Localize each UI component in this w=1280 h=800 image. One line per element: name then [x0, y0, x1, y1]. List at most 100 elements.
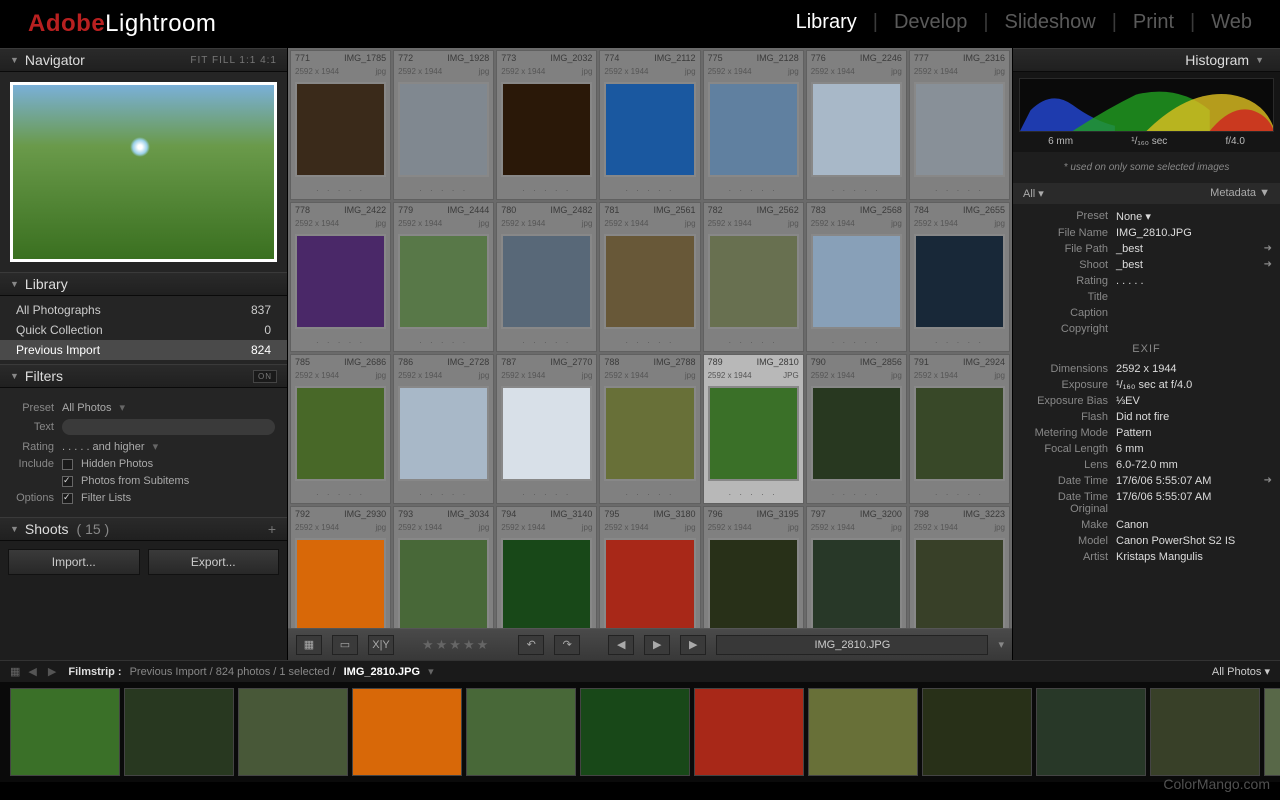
- grid-cell[interactable]: 786IMG_27282592 x 1944jpg· · · · ·: [393, 354, 494, 504]
- filmstrip-thumb[interactable]: [1150, 688, 1260, 776]
- histogram: 6 mm¹/₁₆₀ secf/4.0: [1013, 72, 1280, 152]
- filmstrip-thumb[interactable]: [694, 688, 804, 776]
- undo-icon[interactable]: ↶: [518, 635, 544, 655]
- grid-cell[interactable]: 779IMG_24442592 x 1944jpg· · · · ·: [393, 202, 494, 352]
- next-icon[interactable]: ▶: [680, 635, 706, 655]
- navigator-preview[interactable]: [0, 72, 287, 272]
- filmstrip-grid-icon[interactable]: ▦: [10, 665, 20, 678]
- grid-cell[interactable]: 783IMG_25682592 x 1944jpg· · · · ·: [806, 202, 907, 352]
- navigator-header[interactable]: ▼NavigatorFIT FILL 1:1 4:1: [0, 48, 287, 72]
- metadata-row: Shoot_best➜: [1021, 257, 1272, 273]
- grid-cell[interactable]: 778IMG_24222592 x 1944jpg· · · · ·: [290, 202, 391, 352]
- grid-toolbar: ▦ ▭ X|Y ★★★★★ ↶ ↷ ◀ ▶ ▶ IMG_2810.JPG ▾: [288, 628, 1012, 660]
- grid-cell[interactable]: 795IMG_31802592 x 1944jpg· · · · ·: [599, 506, 700, 628]
- rating-stars[interactable]: ★★★★★: [422, 637, 490, 653]
- grid-cell[interactable]: 782IMG_25622592 x 1944jpg· · · · ·: [703, 202, 804, 352]
- watermark: ColorMango.com: [1163, 776, 1270, 792]
- library-item[interactable]: All Photographs837: [0, 300, 287, 320]
- filters-header[interactable]: ▼FiltersON: [0, 364, 287, 388]
- grid-view-icon[interactable]: ▦: [296, 635, 322, 655]
- filmstrip-thumb[interactable]: [238, 688, 348, 776]
- grid-cell[interactable]: 790IMG_28562592 x 1944jpg· · · · ·: [806, 354, 907, 504]
- filmstrip-nav-arrows[interactable]: ◀ ▶: [28, 665, 60, 678]
- metadata-row: MakeCanon: [1021, 517, 1272, 533]
- filmstrip-thumb[interactable]: [1036, 688, 1146, 776]
- tab-print[interactable]: Print: [1133, 11, 1174, 38]
- grid-cell[interactable]: 788IMG_27882592 x 1944jpg· · · · ·: [599, 354, 700, 504]
- metadata-row: Rating. . . . .: [1021, 273, 1272, 289]
- grid-cell[interactable]: 772IMG_19282592 x 1944jpg· · · · ·: [393, 50, 494, 200]
- filter-text-input[interactable]: [62, 419, 275, 435]
- hidden-photos-checkbox[interactable]: [62, 459, 73, 470]
- library-header[interactable]: ▼Library: [0, 272, 287, 296]
- grid-cell[interactable]: 784IMG_26552592 x 1944jpg· · · · ·: [909, 202, 1010, 352]
- tab-web[interactable]: Web: [1211, 11, 1252, 38]
- metadata-row: File Path_best➜: [1021, 241, 1272, 257]
- redo-icon[interactable]: ↷: [554, 635, 580, 655]
- tab-develop[interactable]: Develop: [894, 11, 967, 38]
- metadata-row: Dimensions2592 x 1944: [1021, 361, 1272, 377]
- metadata-row: ModelCanon PowerShot S2 IS: [1021, 533, 1272, 549]
- grid-cell[interactable]: 791IMG_29242592 x 1944jpg· · · · ·: [909, 354, 1010, 504]
- grid-cell[interactable]: 797IMG_32002592 x 1944jpg· · · · ·: [806, 506, 907, 628]
- metadata-row: Title: [1021, 289, 1272, 305]
- metadata-row: Focal Length6 mm: [1021, 441, 1272, 457]
- grid-cell[interactable]: 776IMG_22462592 x 1944jpg· · · · ·: [806, 50, 907, 200]
- metadata-row: Metering ModePattern: [1021, 425, 1272, 441]
- metadata-row: FlashDid not fire: [1021, 409, 1272, 425]
- grid-cell[interactable]: 785IMG_26862592 x 1944jpg· · · · ·: [290, 354, 391, 504]
- metadata-row: Date Time Original17/6/06 5:55:07 AM: [1021, 489, 1272, 517]
- metadata-row: Caption: [1021, 305, 1272, 321]
- metadata-preset[interactable]: None ▾: [1116, 210, 1272, 223]
- library-item[interactable]: Previous Import824: [0, 340, 287, 360]
- loupe-view-icon[interactable]: ▭: [332, 635, 358, 655]
- filmstrip-thumb[interactable]: [352, 688, 462, 776]
- grid-cell[interactable]: 780IMG_24822592 x 1944jpg· · · · ·: [496, 202, 597, 352]
- grid-cell[interactable]: 794IMG_31402592 x 1944jpg· · · · ·: [496, 506, 597, 628]
- grid-cell[interactable]: 787IMG_27702592 x 1944jpg· · · · ·: [496, 354, 597, 504]
- metadata-row: ArtistKristaps Mangulis: [1021, 549, 1272, 565]
- metadata-row: Copyright: [1021, 321, 1272, 337]
- filmstrip-source[interactable]: All Photos ▾: [1212, 665, 1270, 678]
- filename-display[interactable]: IMG_2810.JPG: [716, 635, 988, 655]
- grid-cell[interactable]: 777IMG_23162592 x 1944jpg· · · · ·: [909, 50, 1010, 200]
- grid-cell[interactable]: 789IMG_28102592 x 1944JPG· · · · ·: [703, 354, 804, 504]
- metadata-filter[interactable]: All ▾: [1023, 187, 1044, 200]
- grid-cell[interactable]: 773IMG_20322592 x 1944jpg· · · · ·: [496, 50, 597, 200]
- histogram-header[interactable]: Histogram▼: [1013, 48, 1280, 72]
- export-button[interactable]: Export...: [148, 549, 280, 575]
- compare-view-button[interactable]: X|Y: [368, 635, 394, 655]
- tab-slideshow[interactable]: Slideshow: [1005, 11, 1096, 38]
- grid-cell[interactable]: 775IMG_21282592 x 1944jpg· · · · ·: [703, 50, 804, 200]
- prev-icon[interactable]: ◀: [608, 635, 634, 655]
- shoots-header[interactable]: ▼Shoots( 15 )+: [0, 517, 287, 541]
- metadata-row: Exposure¹/₁₆₀ sec at f/4.0: [1021, 377, 1272, 393]
- grid-cell[interactable]: 796IMG_31952592 x 1944jpg· · · · ·: [703, 506, 804, 628]
- filmstrip-thumb[interactable]: [10, 688, 120, 776]
- filmstrip-thumb[interactable]: [466, 688, 576, 776]
- grid-cell[interactable]: 781IMG_25612592 x 1944jpg· · · · ·: [599, 202, 700, 352]
- library-item[interactable]: Quick Collection0: [0, 320, 287, 340]
- metadata-row: Exposure Bias⅓EV: [1021, 393, 1272, 409]
- filmstrip-thumb[interactable]: [124, 688, 234, 776]
- grid-cell[interactable]: 771IMG_17852592 x 1944jpg· · · · ·: [290, 50, 391, 200]
- filter-preset[interactable]: All Photos: [62, 402, 112, 414]
- filmstrip-thumb[interactable]: [922, 688, 1032, 776]
- filmstrip-thumb[interactable]: [580, 688, 690, 776]
- metadata-row: Lens6.0-72.0 mm: [1021, 457, 1272, 473]
- tab-library[interactable]: Library: [796, 11, 857, 38]
- filter-rating[interactable]: . . . . . and higher: [62, 441, 145, 453]
- filterlists-checkbox[interactable]: [62, 493, 73, 504]
- app-logo: AdobeLightroom: [28, 10, 216, 38]
- grid-cell[interactable]: 798IMG_32232592 x 1944jpg· · · · ·: [909, 506, 1010, 628]
- module-tabs: Library|Develop|Slideshow|Print|Web: [796, 11, 1252, 38]
- subitems-checkbox[interactable]: [62, 476, 73, 487]
- filmstrip-thumb[interactable]: [1264, 688, 1280, 776]
- filmstrip-thumb[interactable]: [808, 688, 918, 776]
- grid-cell[interactable]: 774IMG_21122592 x 1944jpg· · · · ·: [599, 50, 700, 200]
- import-button[interactable]: Import...: [8, 549, 140, 575]
- metadata-row: Date Time17/6/06 5:55:07 AM➜: [1021, 473, 1272, 489]
- grid-cell[interactable]: 793IMG_30342592 x 1944jpg· · · · ·: [393, 506, 494, 628]
- play-icon[interactable]: ▶: [644, 635, 670, 655]
- grid-cell[interactable]: 792IMG_29302592 x 1944jpg· · · · ·: [290, 506, 391, 628]
